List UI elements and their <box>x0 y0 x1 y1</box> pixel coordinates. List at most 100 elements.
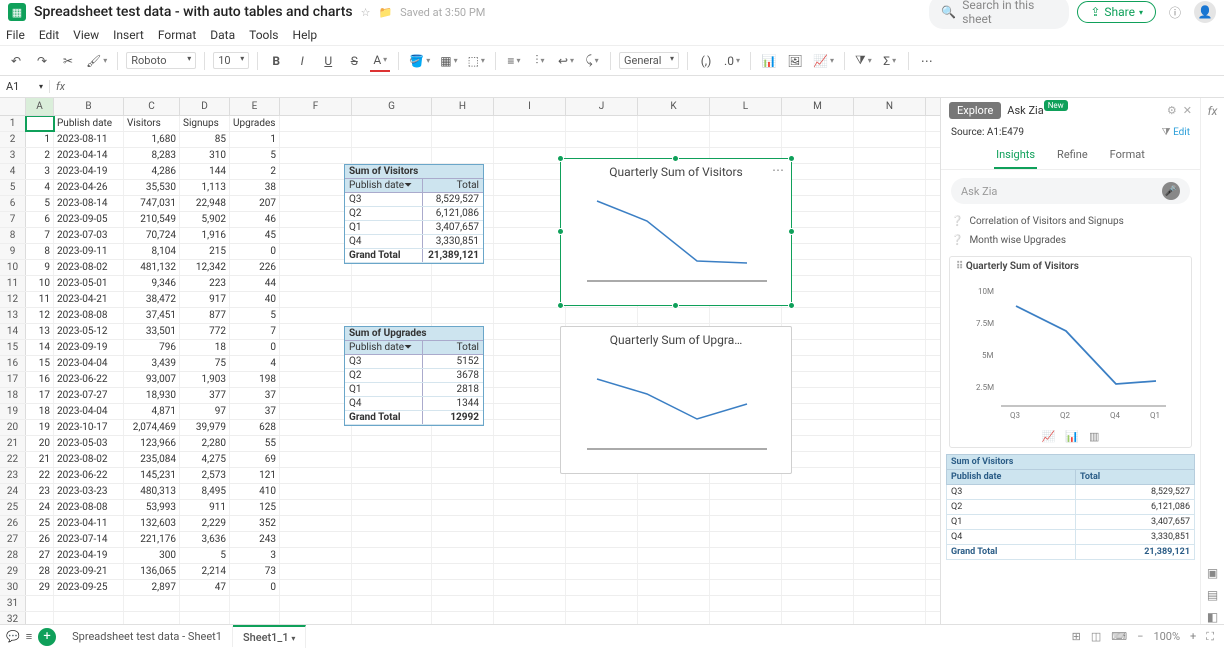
cell[interactable] <box>782 308 854 323</box>
cell[interactable] <box>280 500 352 515</box>
cell[interactable]: 2023-08-02 <box>54 260 124 275</box>
menu-data[interactable]: Data <box>210 28 235 42</box>
row-header[interactable]: 31 <box>0 596 26 611</box>
column-chart-icon[interactable]: ▥ <box>1089 430 1099 443</box>
cell[interactable]: 14 <box>26 340 54 355</box>
cell[interactable] <box>566 132 638 147</box>
cell[interactable]: 3,636 <box>180 532 230 547</box>
cell[interactable] <box>432 116 494 131</box>
cell[interactable]: 4 <box>26 180 54 195</box>
cell[interactable] <box>494 372 566 387</box>
cell-reference[interactable]: A1▾ <box>0 80 50 93</box>
cell[interactable]: 21 <box>26 452 54 467</box>
cell[interactable]: 5 <box>230 148 280 163</box>
borders-button[interactable]: ▦ <box>438 50 459 72</box>
cell[interactable] <box>638 132 710 147</box>
row-header[interactable]: 11 <box>0 276 26 291</box>
cell[interactable] <box>782 452 854 467</box>
cell[interactable] <box>710 580 782 595</box>
cell[interactable] <box>854 452 926 467</box>
cell[interactable]: 2023-06-22 <box>54 372 124 387</box>
cell[interactable]: 917 <box>180 292 230 307</box>
col-header-L[interactable]: L <box>710 98 782 115</box>
cell[interactable]: 144 <box>180 164 230 179</box>
cell[interactable] <box>280 580 352 595</box>
cell[interactable]: 53,993 <box>124 500 180 515</box>
cell[interactable]: 2023-04-26 <box>54 180 124 195</box>
row-header[interactable]: 4 <box>0 164 26 179</box>
cell[interactable] <box>854 292 926 307</box>
cell[interactable] <box>566 484 638 499</box>
cell[interactable]: 4,871 <box>124 404 180 419</box>
menu-format[interactable]: Format <box>158 28 196 42</box>
cell[interactable]: 0 <box>230 340 280 355</box>
cell[interactable] <box>782 164 854 179</box>
cell[interactable]: 97 <box>180 404 230 419</box>
cell[interactable]: 2023-05-12 <box>54 324 124 339</box>
cell[interactable] <box>854 484 926 499</box>
split-icon[interactable]: ◫ <box>1091 630 1101 643</box>
halign-button[interactable]: ≡ <box>504 50 524 72</box>
col-header-G[interactable]: G <box>352 98 432 115</box>
cell[interactable]: 19 <box>26 420 54 435</box>
sheets-menu-icon[interactable]: ≡ <box>26 630 32 643</box>
row-header[interactable]: 15 <box>0 340 26 355</box>
cell[interactable] <box>432 436 494 451</box>
col-header-E[interactable]: E <box>230 98 280 115</box>
cell[interactable]: 9 <box>26 260 54 275</box>
cell[interactable] <box>280 532 352 547</box>
cell[interactable]: 70,724 <box>124 228 180 243</box>
cell[interactable]: 2023-08-08 <box>54 308 124 323</box>
cell[interactable] <box>26 612 54 624</box>
cell[interactable] <box>352 580 432 595</box>
row-header[interactable]: 25 <box>0 500 26 515</box>
cell[interactable] <box>638 548 710 563</box>
cell[interactable]: 300 <box>124 548 180 563</box>
row-header[interactable]: 14 <box>0 324 26 339</box>
cell[interactable] <box>854 116 926 131</box>
cell[interactable]: 2,280 <box>180 436 230 451</box>
cell[interactable] <box>854 436 926 451</box>
cell[interactable] <box>124 612 180 624</box>
paint-format-icon[interactable]: 🖌 <box>84 50 109 72</box>
cell[interactable] <box>280 484 352 499</box>
tab-refine[interactable]: Refine <box>1055 142 1090 169</box>
row-header[interactable]: 27 <box>0 532 26 547</box>
cell[interactable]: 47 <box>180 580 230 595</box>
underline-button[interactable]: U <box>318 50 338 72</box>
cell[interactable] <box>280 612 352 624</box>
cell[interactable] <box>494 420 566 435</box>
cell[interactable] <box>566 532 638 547</box>
cell[interactable] <box>432 132 494 147</box>
cell[interactable] <box>432 500 494 515</box>
cell[interactable] <box>230 596 280 611</box>
cell[interactable] <box>280 324 352 339</box>
cell[interactable] <box>782 196 854 211</box>
cell[interactable] <box>710 116 782 131</box>
row-header[interactable]: 6 <box>0 196 26 211</box>
cell[interactable] <box>782 548 854 563</box>
cell[interactable] <box>494 468 566 483</box>
col-header-J[interactable]: J <box>566 98 638 115</box>
cell[interactable] <box>352 452 432 467</box>
cell[interactable]: 5 <box>26 196 54 211</box>
menu-insert[interactable]: Insert <box>113 28 144 42</box>
cell[interactable]: 46 <box>230 212 280 227</box>
cell[interactable]: 2023-04-19 <box>54 548 124 563</box>
row-header[interactable]: 20 <box>0 420 26 435</box>
cell[interactable] <box>280 196 352 211</box>
cell[interactable]: 24 <box>26 500 54 515</box>
pivot-sum-upgrades[interactable]: Sum of Upgrades Publish date⏷Total Q3515… <box>344 326 484 426</box>
cell[interactable]: 2023-06-22 <box>54 468 124 483</box>
cell[interactable] <box>352 516 432 531</box>
cell[interactable] <box>638 484 710 499</box>
cell[interactable] <box>432 292 494 307</box>
cell[interactable] <box>280 276 352 291</box>
layout-icon[interactable]: ⊞ <box>1072 630 1081 643</box>
cell[interactable] <box>566 612 638 624</box>
cell[interactable] <box>180 596 230 611</box>
cell[interactable]: 7 <box>26 228 54 243</box>
cell[interactable]: 44 <box>230 276 280 291</box>
row-header[interactable]: 30 <box>0 580 26 595</box>
cell[interactable] <box>494 500 566 515</box>
